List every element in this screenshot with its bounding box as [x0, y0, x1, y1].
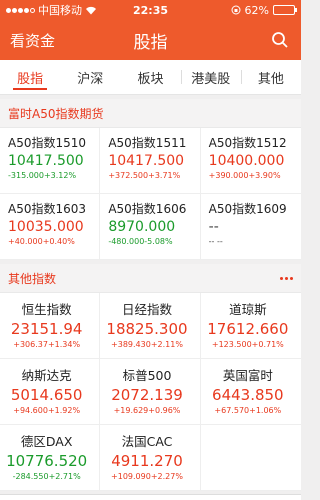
tab-bar: 股指 沪深 板块 港美股 其他 [0, 60, 301, 95]
index-value: 17612.660 [207, 320, 289, 338]
index-value: 23151.94 [10, 320, 83, 338]
index-cell[interactable]: A50指数1606 8970.000 -480.000-5.08% [100, 194, 201, 260]
index-value: 10035.000 [8, 219, 84, 235]
rotation-lock-icon [231, 5, 241, 15]
index-value: 18825.300 [106, 320, 188, 338]
index-value: -- [208, 219, 219, 235]
index-change: -480.000-5.08% [108, 237, 173, 246]
index-name: A50指数1603 [8, 202, 87, 216]
more-icon[interactable] [280, 276, 293, 280]
index-name: A50指数1606 [108, 202, 187, 216]
index-change: +67.570+1.06% [214, 406, 282, 415]
index-change: -284.550+2.71% [12, 472, 81, 481]
tab-other[interactable]: 其他 [240, 60, 301, 94]
index-change: +40.000+0.40% [8, 237, 75, 246]
index-value: 5014.650 [10, 386, 83, 404]
search-button[interactable] [269, 29, 291, 51]
tab-sectors[interactable]: 板块 [120, 60, 180, 94]
index-name: 恒生指数 [21, 302, 72, 317]
section-title: 富时A50指数期货 [8, 106, 104, 121]
index-cell[interactable]: 法国CAC 4911.270 +109.090+2.27% [100, 425, 201, 491]
index-name: A50指数1512 [208, 136, 287, 150]
index-value: 10400.000 [208, 153, 285, 169]
battery-icon [273, 5, 297, 15]
index-cell[interactable]: 恒生指数 23151.94 +306.37+1.34% [0, 293, 101, 359]
index-value: 8970.000 [108, 219, 176, 235]
index-change: +390.000+3.90% [208, 171, 281, 180]
status-right: 62% [231, 3, 297, 17]
battery-percent: 62% [244, 3, 269, 17]
index-cell[interactable]: A50指数1511 10417.500 +372.500+3.71% [100, 128, 201, 194]
bottom-bar [0, 494, 301, 500]
index-name: 纳斯达克 [21, 368, 72, 383]
section-header-futures: 富时A50指数期货 [0, 99, 301, 127]
index-cell[interactable]: A50指数1512 10400.000 +390.000+3.90% [200, 128, 301, 194]
empty-cell [200, 425, 301, 491]
index-name: 德区DAX [20, 434, 73, 449]
index-cell[interactable]: A50指数1609 -- -- -- [200, 194, 301, 260]
signal-icon [6, 7, 35, 13]
futures-grid: A50指数1510 10417.500 -315.000+3.12% A50指数151… [0, 127, 301, 260]
index-change: -315.000+3.12% [8, 171, 77, 180]
status-left: 中国移动 [6, 2, 97, 18]
index-change: +372.500+3.71% [108, 171, 181, 180]
index-change: +306.37+1.34% [13, 340, 81, 349]
index-change: +389.430+2.11% [111, 340, 183, 349]
index-name: 法国CAC [121, 434, 173, 449]
tab-stock-index[interactable]: 股指 [0, 60, 60, 94]
index-name: 标普500 [122, 368, 172, 383]
index-change: +94.600+1.92% [13, 406, 81, 415]
index-name: 道琼斯 [229, 302, 267, 317]
index-name: 英国富时 [222, 368, 273, 383]
index-name: 日经指数 [121, 302, 172, 317]
index-value: 2072.139 [111, 386, 183, 404]
index-cell[interactable]: 英国富时 6443.850 +67.570+1.06% [200, 359, 301, 425]
tab-shanghai-shenzhen[interactable]: 沪深 [60, 60, 120, 94]
section-header-other: 其他指数 [0, 264, 301, 292]
index-change: -- -- [208, 237, 223, 246]
index-name: A50指数1510 [8, 136, 87, 150]
index-cell[interactable]: 标普500 2072.139 +19.629+0.96% [100, 359, 201, 425]
carrier-label: 中国移动 [38, 4, 82, 17]
section-title: 其他指数 [8, 271, 57, 286]
other-index-grid: 恒生指数 23151.94 +306.37+1.34% 日经指数 18825.300 +3… [0, 292, 301, 491]
index-value: 10417.500 [8, 153, 84, 169]
index-cell[interactable]: A50指数1603 10035.000 +40.000+0.40% [0, 194, 101, 260]
search-icon [272, 32, 288, 48]
index-value: 6443.850 [212, 386, 284, 404]
wifi-icon [86, 6, 96, 14]
index-value: 10417.500 [108, 153, 185, 169]
index-cell[interactable]: 道琼斯 17612.660 +123.500+0.71% [200, 293, 301, 359]
index-cell[interactable]: 纳斯达克 5014.650 +94.600+1.92% [0, 359, 101, 425]
index-change: +19.629+0.96% [113, 406, 181, 415]
index-value: 10776.520 [6, 452, 88, 470]
index-cell[interactable]: 日经指数 18825.300 +389.430+2.11% [100, 293, 201, 359]
index-cell[interactable]: 德区DAX 10776.520 -284.550+2.71% [0, 425, 101, 491]
index-value: 4911.270 [111, 452, 183, 470]
index-change: +123.500+0.71% [211, 340, 284, 349]
index-change: +109.090+2.27% [111, 472, 183, 481]
nav-bar: 看资金 股指 [0, 20, 301, 60]
index-name: A50指数1511 [108, 136, 187, 150]
back-button[interactable]: 看资金 [10, 30, 55, 51]
status-bar: 中国移动 22:35 62% [0, 0, 301, 20]
index-name: A50指数1609 [208, 202, 287, 216]
index-cell[interactable]: A50指数1510 10417.500 -315.000+3.12% [0, 128, 101, 194]
tab-hk-us-stocks[interactable]: 港美股 [180, 60, 241, 94]
